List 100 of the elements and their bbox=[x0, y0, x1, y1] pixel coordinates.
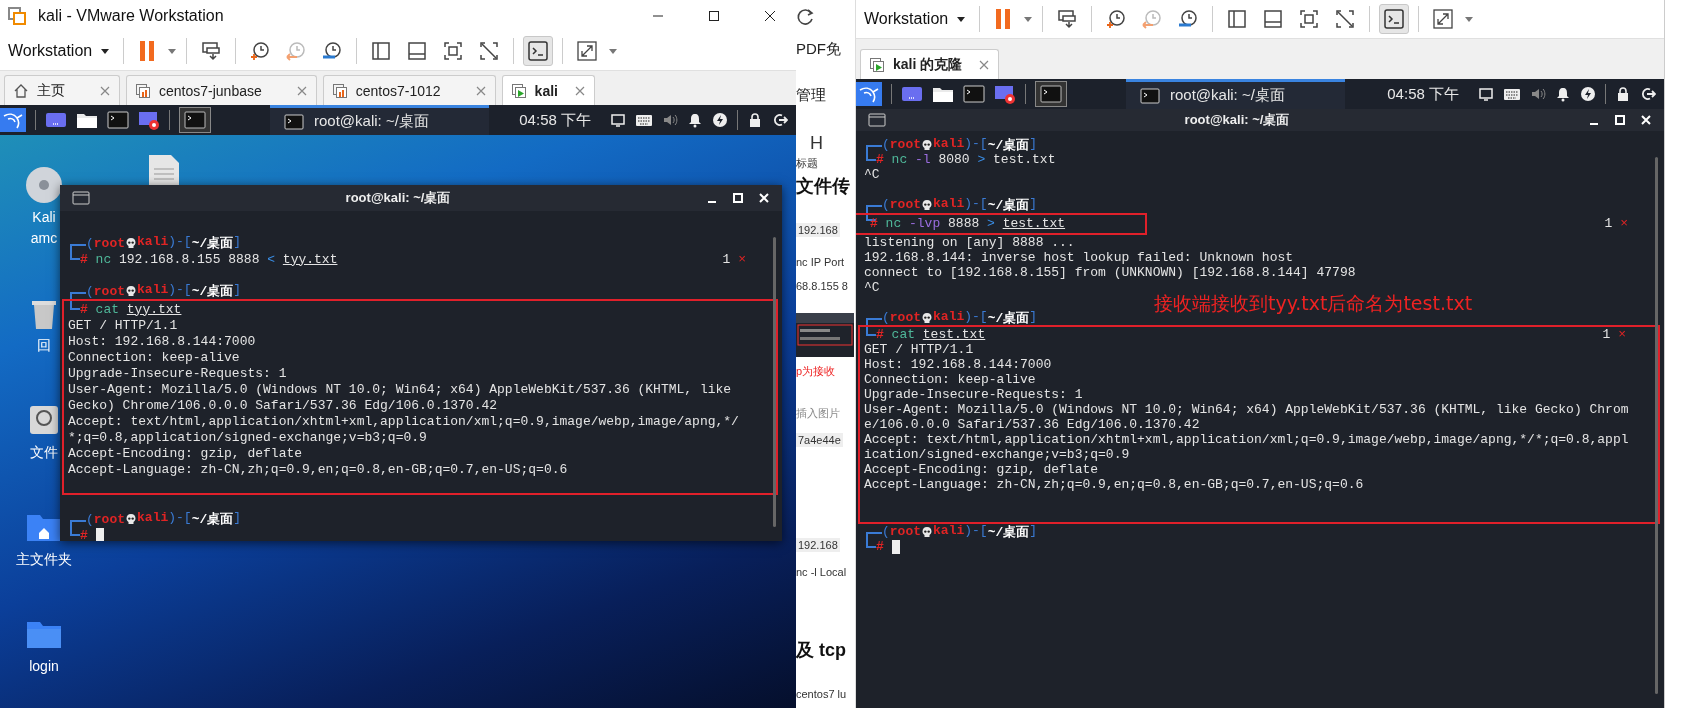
active-terminal-icon[interactable] bbox=[179, 107, 211, 133]
exit-status: 1 × bbox=[722, 251, 746, 267]
console-icon bbox=[1383, 8, 1406, 30]
output-line: ication/signed-exchange;v=b3;q=0.9 bbox=[864, 447, 1130, 462]
skull-icon bbox=[921, 525, 934, 538]
screen-record-icon[interactable] bbox=[994, 84, 1016, 104]
maximize-icon[interactable] bbox=[1614, 114, 1626, 126]
logout-icon[interactable] bbox=[772, 112, 788, 128]
prompt-user: (root bbox=[86, 283, 126, 299]
dragon-logo-icon[interactable] bbox=[856, 82, 882, 106]
icon-label: amc bbox=[30, 230, 58, 247]
prompt-connector bbox=[70, 301, 80, 310]
page-text: p为接收 bbox=[796, 364, 836, 379]
home-icon bbox=[13, 82, 29, 99]
skull-icon bbox=[921, 138, 934, 151]
screen-record-icon[interactable] bbox=[138, 110, 160, 130]
clock-manage-icon bbox=[321, 40, 344, 62]
window-app-icon[interactable] bbox=[901, 84, 923, 104]
terminal-icon bbox=[72, 191, 90, 205]
taskbar-window[interactable]: root@kali: ~/桌面 bbox=[270, 105, 489, 135]
terminal-icon bbox=[1140, 86, 1160, 105]
display-icon[interactable] bbox=[610, 112, 626, 128]
output-line: Accept: text/html,application/xhtml+xml,application/xml;q=0.9,image/webp,image/apng,*/*;q=0.8,appl bbox=[864, 432, 1629, 447]
caret-icon[interactable] bbox=[167, 47, 178, 55]
clock-add-icon bbox=[1105, 8, 1128, 30]
layout-side-icon bbox=[370, 40, 393, 62]
bell-icon[interactable] bbox=[1555, 86, 1571, 102]
workstation-menu[interactable]: Workstation bbox=[860, 6, 971, 32]
output-line: Accept-Language: zh-CN,zh;q=0.9,en;q=0.8,en-GB;q=0.7,en-US;q=0.6 bbox=[68, 461, 568, 477]
output-line: Host: 192.168.8.144:7000 bbox=[68, 333, 256, 349]
icon-label: Kali bbox=[32, 209, 56, 226]
command-text: # nc -l 8080 > test.txt bbox=[876, 152, 1056, 167]
power-icon[interactable] bbox=[1580, 86, 1596, 102]
caret-icon bbox=[956, 15, 967, 23]
fit-screen-icon bbox=[1298, 8, 1321, 30]
icon-label: 文件 bbox=[30, 444, 58, 461]
page-text: 文件传 bbox=[796, 175, 850, 198]
window-app-icon[interactable] bbox=[45, 110, 67, 130]
taskbar-window[interactable]: root@kali: ~/桌面 bbox=[1126, 79, 1345, 109]
vm-tab[interactable]: kali 的克隆 bbox=[860, 49, 1000, 79]
prompt-connector bbox=[866, 318, 882, 325]
active-terminal-icon[interactable] bbox=[1035, 81, 1067, 107]
terminal-icon bbox=[1040, 84, 1062, 104]
page-text: nc IP Port bbox=[796, 256, 845, 268]
output-line: GET / HTTP/1.1 bbox=[864, 342, 974, 357]
prompt-user: (root bbox=[86, 511, 126, 527]
layout-side-icon bbox=[1226, 8, 1249, 30]
skull-icon bbox=[921, 198, 934, 211]
prompt-host: kali)-[~/桌面] bbox=[137, 234, 242, 252]
keyboard-icon[interactable] bbox=[1503, 86, 1521, 102]
terminal-app-icon[interactable] bbox=[963, 84, 985, 104]
no-stretch-icon bbox=[478, 40, 501, 62]
output-line: Accept-Language: zh-CN,zh;q=0.9,en;q=0.8,en-GB;q=0.7,en-US;q=0.6 bbox=[864, 477, 1364, 492]
prompt-user: (root bbox=[882, 137, 922, 152]
page-text: 标题 bbox=[796, 156, 818, 171]
prompt-host: kali)-[~/桌面] bbox=[137, 282, 242, 300]
output-line: Accept-Encoding: gzip, deflate bbox=[68, 445, 303, 461]
page-text: 7a4e44e bbox=[796, 433, 843, 447]
volume-icon[interactable] bbox=[1530, 86, 1546, 102]
caret-icon bbox=[100, 47, 111, 55]
clock[interactable]: 04:58 下午 bbox=[1387, 84, 1459, 104]
vm-tab[interactable]: 主页 bbox=[4, 75, 120, 105]
output-line: Accept-Encoding: gzip, deflate bbox=[864, 462, 1099, 477]
display-icon[interactable] bbox=[1478, 86, 1494, 102]
workstation-menu[interactable]: Workstation bbox=[4, 38, 115, 64]
monitor-icon bbox=[1056, 8, 1079, 30]
page-text: 插入图片 bbox=[796, 406, 840, 421]
reload-icon[interactable] bbox=[796, 8, 816, 28]
output-line: 192.168.8.144: inverse host lookup failed: Unknown host bbox=[864, 250, 1294, 265]
power-icon[interactable] bbox=[712, 112, 728, 128]
vm-tab[interactable]: centos7-1012 bbox=[322, 75, 496, 105]
skull-icon bbox=[125, 237, 138, 249]
clock[interactable]: 04:58 下午 bbox=[519, 110, 591, 130]
layout-bottom-icon bbox=[406, 40, 429, 62]
caret-icon[interactable] bbox=[1464, 15, 1475, 23]
dragon-logo-icon[interactable] bbox=[0, 108, 26, 132]
output-line: User-Agent: Mozilla/5.0 (Windows NT 10.0; Win64; x64) AppleWebKit/537.36 (KHTML, like bbox=[68, 381, 732, 397]
prompt-user: (root bbox=[86, 235, 126, 251]
annotation-text: 接收端接收到tyy.txt后命名为test.txt bbox=[1154, 291, 1473, 316]
page-text: H bbox=[809, 133, 823, 154]
bell-icon[interactable] bbox=[687, 112, 703, 128]
fit-screen-icon bbox=[442, 40, 465, 62]
output-line: Host: 192.168.8.144:7000 bbox=[864, 357, 1052, 372]
lock-icon[interactable] bbox=[1615, 86, 1631, 102]
caret-icon[interactable] bbox=[608, 47, 619, 55]
lock-icon[interactable] bbox=[747, 112, 763, 128]
console-button[interactable] bbox=[1379, 4, 1410, 34]
caret-icon[interactable] bbox=[1023, 15, 1034, 23]
maximize-icon[interactable] bbox=[732, 192, 744, 204]
output-line: Upgrade-Insecure-Requests: 1 bbox=[68, 365, 287, 381]
output-line: Accept: text/html,application/xhtml+xml,application/xml;q=0.9,image/webp,image/apng,*/ bbox=[68, 413, 739, 429]
keyboard-icon[interactable] bbox=[635, 112, 653, 128]
exit-status: 1 × bbox=[1604, 216, 1628, 231]
volume-icon[interactable] bbox=[662, 112, 678, 128]
vm-tab[interactable]: kali bbox=[501, 75, 595, 105]
terminal-app-icon[interactable] bbox=[107, 110, 129, 130]
console-button[interactable] bbox=[523, 36, 554, 66]
vm-tab[interactable]: centos7-junbase bbox=[126, 75, 317, 105]
page-text: 及 tcp bbox=[796, 639, 846, 662]
logout-icon[interactable] bbox=[1640, 86, 1656, 102]
